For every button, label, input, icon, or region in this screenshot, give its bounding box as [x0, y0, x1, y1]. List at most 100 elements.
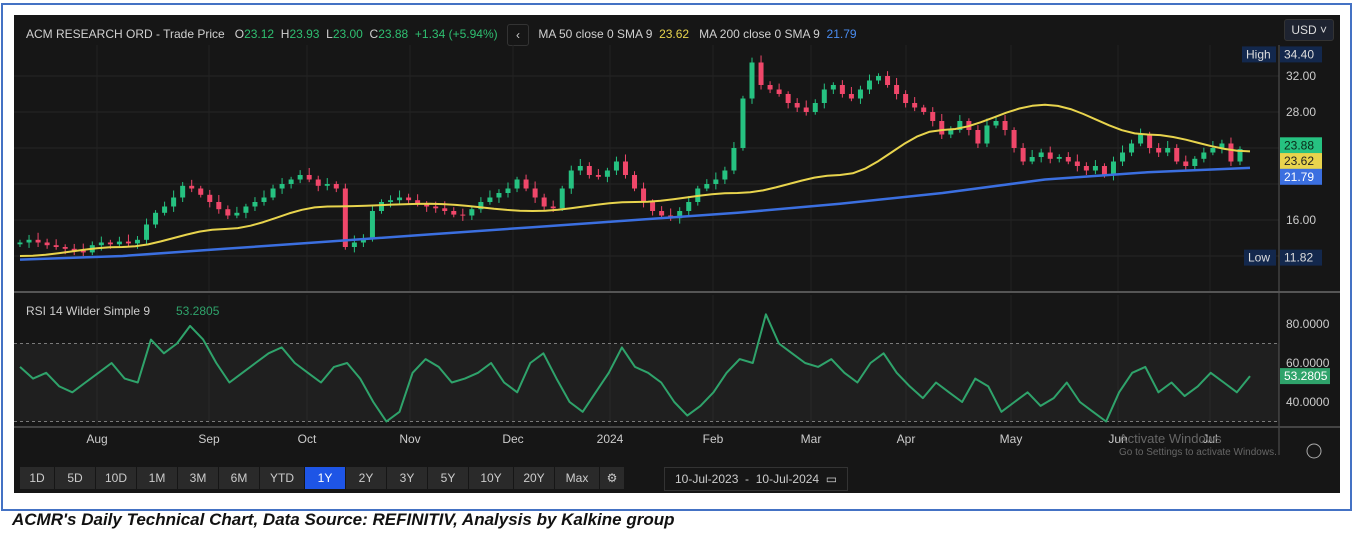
candle-body — [1147, 134, 1153, 148]
candle-body — [388, 200, 394, 202]
low-label: Low — [1248, 251, 1270, 265]
date-range-picker[interactable]: 10-Jul-2023 - 10-Jul-2024 ▭ — [664, 467, 849, 491]
candle-body — [252, 202, 258, 207]
range-button-3m[interactable]: 3M — [178, 467, 218, 489]
range-button-20y[interactable]: 20Y — [514, 467, 554, 489]
candle-body — [1047, 152, 1053, 159]
range-button-10d[interactable]: 10D — [96, 467, 136, 489]
candle-body — [948, 130, 954, 135]
candle-body — [1038, 152, 1044, 157]
candle-body — [125, 241, 131, 244]
candle-body — [559, 188, 565, 209]
candle-body — [595, 175, 601, 177]
range-button-max[interactable]: Max — [555, 467, 599, 489]
rsi-tick: 80.0000 — [1286, 317, 1330, 331]
range-button-1d[interactable]: 1D — [20, 467, 54, 489]
range-buttons: 1D 5D 10D 1M 3M 6M YTD 1Y 2Y 3Y 5Y 10Y 20Y Max ⚙ — [20, 467, 624, 489]
candle-body — [785, 94, 791, 103]
candle-body — [577, 166, 583, 171]
watermark-sub: Go to Settings to activate Windows. — [1119, 447, 1277, 458]
candle-body — [35, 239, 41, 243]
candle-body — [324, 184, 330, 186]
candle-body — [812, 103, 818, 112]
x-tick: Feb — [703, 432, 724, 446]
candle-body — [442, 208, 448, 211]
candle-body — [984, 125, 990, 144]
candle-body — [912, 103, 918, 108]
candle-body — [1165, 148, 1171, 153]
settings-gear-icon[interactable]: ⚙ — [600, 467, 624, 489]
candle-body — [270, 188, 276, 198]
candle-body — [713, 179, 719, 184]
candle-body — [198, 188, 204, 195]
ma200-tag: 21.79 — [1284, 170, 1314, 184]
candle-body — [1101, 166, 1107, 175]
range-button-2y[interactable]: 2Y — [346, 467, 386, 489]
candle-body — [62, 247, 68, 249]
candle-body — [776, 89, 782, 94]
candle-body — [216, 202, 222, 210]
candle-body — [189, 185, 195, 189]
candle-body — [903, 94, 909, 103]
range-button-5d[interactable]: 5D — [55, 467, 95, 489]
date-to: 10-Jul-2024 — [755, 472, 820, 486]
candle-body — [487, 197, 493, 202]
price-tick: 16.00 — [1286, 213, 1316, 227]
rsi-tick: 60.0000 — [1286, 356, 1330, 370]
candle-body — [53, 245, 59, 247]
close-tag: 23.88 — [1284, 138, 1314, 152]
candle-body — [1083, 166, 1089, 171]
candle-body — [975, 130, 981, 144]
candle-body — [839, 85, 845, 94]
range-button-1y[interactable]: 1Y — [305, 467, 345, 489]
candle-body — [279, 184, 285, 189]
rsi-label: RSI 14 Wilder Simple 9 — [26, 304, 150, 318]
candle-body — [1002, 121, 1008, 130]
candle-body — [848, 94, 854, 99]
stock-chart[interactable]: ACM RESEARCH ORD - Trade Price O23.12 H2… — [14, 15, 1340, 493]
candle-body — [532, 188, 538, 198]
candle-body — [406, 197, 412, 201]
candle-body — [993, 121, 999, 126]
candle-body — [758, 62, 764, 85]
candle-body — [1092, 166, 1098, 171]
candle-body — [261, 197, 267, 202]
x-tick: Apr — [897, 432, 916, 446]
candle-body — [1183, 161, 1189, 166]
candle-body — [1228, 143, 1234, 162]
x-tick: Mar — [801, 432, 822, 446]
candle-body — [568, 170, 574, 189]
candle-body — [523, 179, 529, 189]
range-button-6m[interactable]: 6M — [219, 467, 259, 489]
price-tick: 28.00 — [1286, 105, 1316, 119]
range-button-1m[interactable]: 1M — [137, 467, 177, 489]
candle-body — [604, 170, 610, 177]
candle-body — [613, 161, 619, 171]
range-button-3y[interactable]: 3Y — [387, 467, 427, 489]
candle-body — [1192, 158, 1198, 166]
candle-body — [1201, 152, 1207, 159]
candle-body — [767, 85, 773, 90]
candle-body — [541, 197, 547, 207]
candle-body — [876, 76, 882, 81]
candle-body — [433, 206, 439, 209]
candle-body — [830, 85, 836, 90]
candle-body — [866, 80, 872, 90]
x-tick: May — [1000, 432, 1023, 446]
candle-body — [469, 209, 475, 216]
price-tick: 32.00 — [1286, 69, 1316, 83]
candle-body — [180, 185, 186, 198]
candle-body — [803, 107, 809, 112]
candle-body — [134, 239, 140, 244]
range-button-10y[interactable]: 10Y — [469, 467, 513, 489]
range-button-ytd[interactable]: YTD — [260, 467, 304, 489]
candle-body — [1065, 157, 1071, 162]
candle-body — [1174, 148, 1180, 162]
date-from: 10-Jul-2023 — [675, 472, 739, 486]
candle-body — [234, 212, 240, 216]
candle-body — [1138, 134, 1144, 144]
candle-body — [505, 188, 511, 193]
range-button-5y[interactable]: 5Y — [428, 467, 468, 489]
candle-body — [288, 179, 294, 184]
candle-body — [550, 206, 556, 209]
